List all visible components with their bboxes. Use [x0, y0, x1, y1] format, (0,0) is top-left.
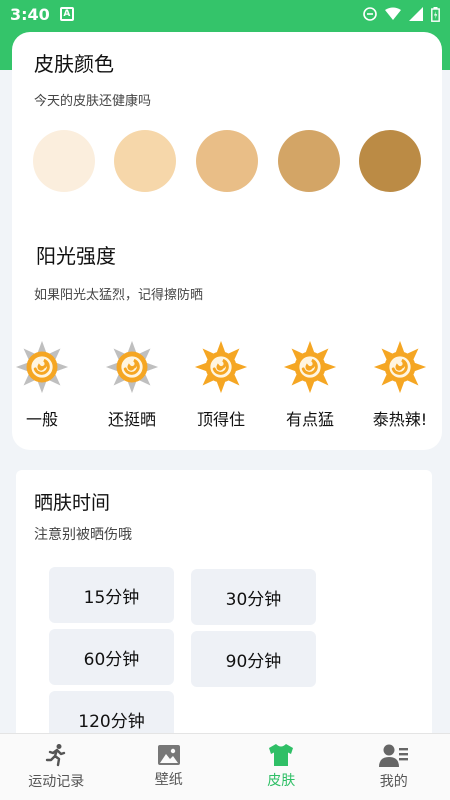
skin-color-title: 皮肤颜色 — [34, 52, 114, 76]
tab-label: 我的 — [379, 774, 408, 790]
time-option-30[interactable]: 30分钟 — [191, 569, 316, 625]
time-option-15[interactable]: 15分钟 — [49, 567, 174, 623]
sun-level-1[interactable]: 一般 — [6, 338, 78, 430]
status-bar: 3:40 A — [0, 0, 450, 28]
sun-time-title: 晒肤时间 — [34, 492, 111, 514]
profile-icon — [378, 744, 408, 767]
sun-level-label: 顶得住 — [196, 410, 245, 429]
sun-level-label: 有点猛 — [285, 410, 334, 429]
sun-level-2[interactable]: 还挺晒 — [96, 338, 168, 430]
sun-icon — [15, 340, 69, 394]
skin-swatch-1[interactable] — [33, 130, 95, 192]
sun-strength-title: 阳光强度 — [36, 244, 116, 268]
time-option-90[interactable]: 90分钟 — [191, 631, 316, 687]
dnd-icon — [363, 7, 377, 21]
running-icon — [46, 744, 66, 767]
tab-skin[interactable]: 皮肤 — [225, 734, 338, 800]
battery-icon — [431, 6, 440, 22]
skin-color-subtitle: 今天的皮肤还健康吗 — [34, 94, 152, 109]
sun-level-label: 一般 — [25, 410, 58, 429]
skin-swatch-5[interactable] — [359, 130, 421, 192]
sun-level-3[interactable]: 顶得住 — [185, 338, 257, 430]
tab-label: 运动记录 — [28, 774, 85, 790]
wifi-icon — [385, 7, 401, 20]
notification-icon: A — [59, 7, 74, 21]
image-icon — [157, 745, 180, 765]
signal-icon — [409, 7, 423, 21]
sun-icon — [283, 340, 337, 394]
sun-icon — [105, 340, 159, 394]
sun-level-4[interactable]: 有点猛 — [274, 338, 346, 430]
sun-level-5[interactable]: 泰热辣! — [364, 338, 436, 430]
tab-wallpaper[interactable]: 壁纸 — [113, 734, 226, 800]
tab-label: 皮肤 — [267, 773, 296, 789]
bottom-tab-bar: 运动记录 壁纸 皮肤 我的 — [0, 733, 450, 800]
sun-level-label: 泰热辣! — [372, 410, 428, 429]
skin-swatch-4[interactable] — [278, 130, 340, 192]
skin-sun-card: 皮肤颜色 今天的皮肤还健康吗 阳光强度 如果阳光太猛烈，记得擦防晒 一般 还挺晒… — [12, 32, 442, 450]
tab-sport-record[interactable]: 运动记录 — [0, 734, 113, 800]
sun-level-label: 还挺晒 — [107, 410, 156, 429]
sun-icon — [194, 340, 248, 394]
tab-label: 壁纸 — [154, 772, 183, 788]
sun-time-subtitle: 注意别被晒伤哦 — [34, 527, 132, 543]
sun-strength-subtitle: 如果阳光太猛烈，记得擦防晒 — [34, 288, 204, 303]
status-time: 3:40 — [10, 4, 50, 24]
sun-icon — [373, 340, 427, 394]
skin-swatch-2[interactable] — [114, 130, 176, 192]
tab-mine[interactable]: 我的 — [338, 734, 450, 800]
skin-swatch-3[interactable] — [196, 130, 258, 192]
time-option-60[interactable]: 60分钟 — [49, 629, 174, 685]
tshirt-icon — [269, 744, 294, 766]
sun-time-card: 晒肤时间 注意别被晒伤哦 15分钟 30分钟 60分钟 90分钟 120分钟 — [16, 470, 432, 770]
